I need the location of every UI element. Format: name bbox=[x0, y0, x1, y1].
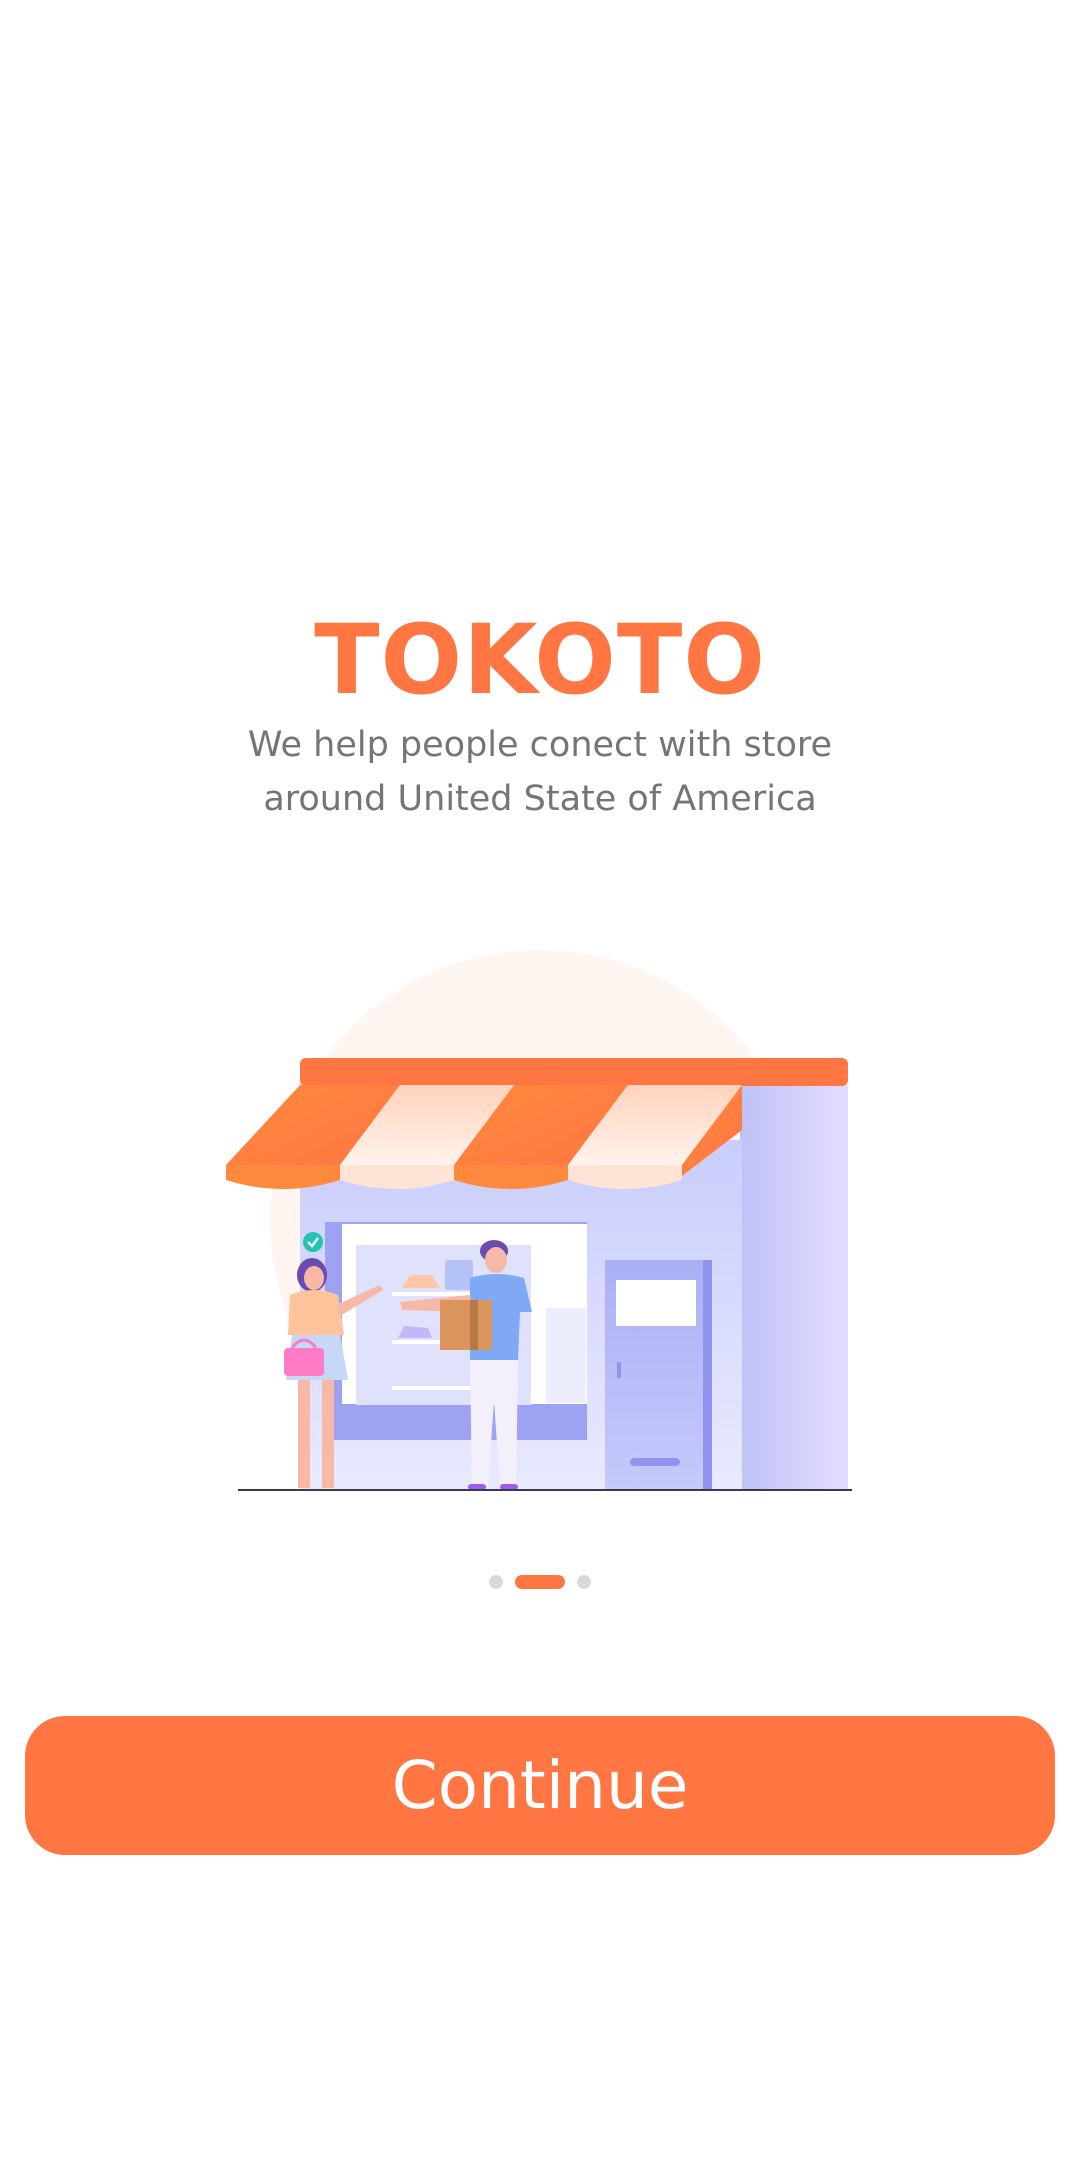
man-face bbox=[485, 1247, 507, 1273]
door-handle bbox=[617, 1362, 621, 1378]
app-title: TOKOTO bbox=[314, 604, 766, 716]
woman-leg-left bbox=[298, 1380, 310, 1488]
verified-badge bbox=[303, 1232, 323, 1252]
display-box-1 bbox=[445, 1260, 473, 1290]
man-package-tape bbox=[470, 1300, 478, 1350]
page-indicator bbox=[0, 1573, 1080, 1591]
woman-top bbox=[288, 1290, 344, 1335]
splash-screen: TOKOTO We help people conect with store … bbox=[0, 0, 1080, 2160]
glass-panel bbox=[546, 1308, 586, 1403]
woman-handbag bbox=[284, 1348, 324, 1376]
man-package bbox=[440, 1300, 492, 1350]
continue-button[interactable]: Continue bbox=[25, 1716, 1055, 1855]
tagline-line-2: around United State of America bbox=[263, 779, 817, 819]
tagline-line-1: We help people conect with store bbox=[247, 725, 833, 765]
side-wall bbox=[740, 1085, 848, 1490]
app-tagline: We help people conect with store around … bbox=[0, 718, 1080, 826]
page-dot bbox=[489, 1575, 503, 1589]
door-kickplate bbox=[630, 1458, 680, 1466]
storefront-illustration bbox=[226, 950, 852, 1491]
door-edge bbox=[703, 1260, 712, 1490]
door-window bbox=[616, 1280, 696, 1326]
page-dot bbox=[577, 1575, 591, 1589]
page-dot-active bbox=[515, 1575, 565, 1589]
awning-bar bbox=[300, 1058, 848, 1086]
woman-leg-right bbox=[322, 1380, 334, 1488]
woman-face bbox=[304, 1266, 324, 1290]
